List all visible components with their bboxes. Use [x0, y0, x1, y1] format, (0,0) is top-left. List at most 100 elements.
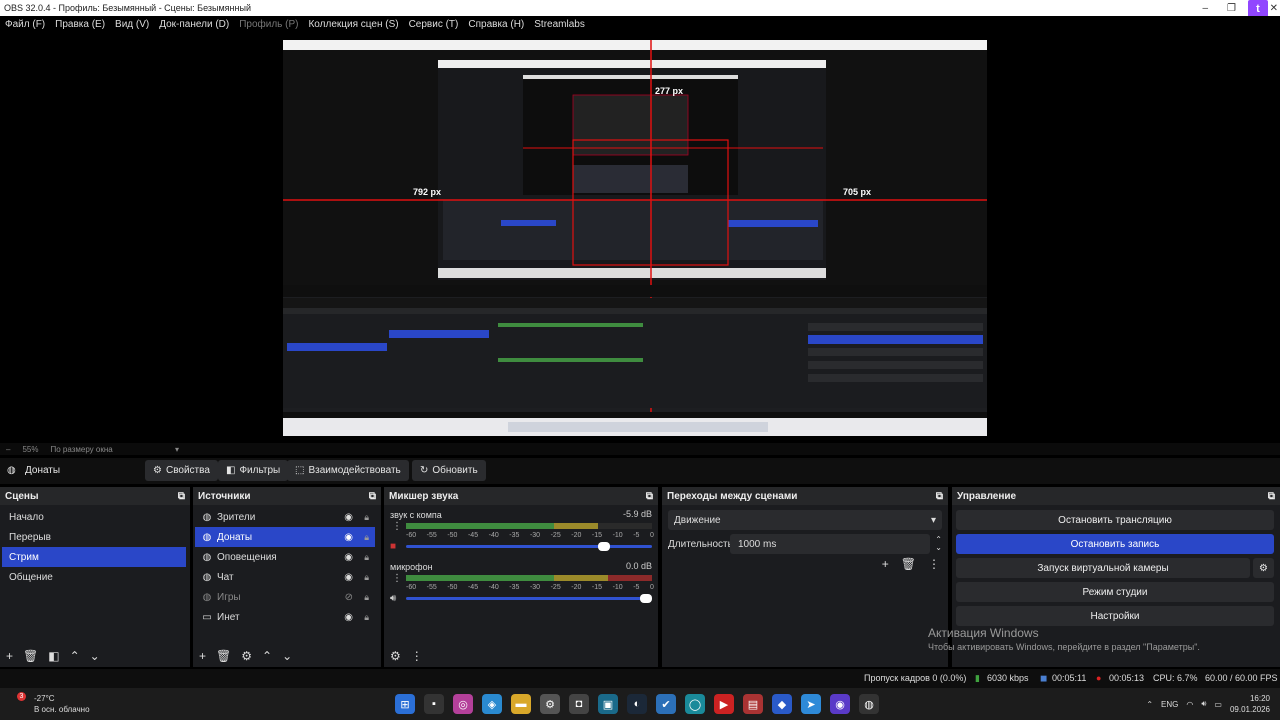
move-up-icon[interactable]: ⌃: [262, 649, 272, 663]
volume-icon[interactable]: 🔊︎: [1201, 699, 1206, 709]
lock-icon[interactable]: 🔒︎: [364, 592, 369, 603]
menu-dots-icon[interactable]: ⋮: [928, 557, 940, 571]
menu-dots-icon[interactable]: ⋮: [392, 521, 402, 532]
battery-icon[interactable]: ▭: [1214, 700, 1222, 709]
eye-icon[interactable]: ◉: [344, 572, 353, 583]
volume-slider[interactable]: [406, 542, 652, 551]
source-item[interactable]: ◍ Чат ◉ 🔒︎: [195, 567, 375, 587]
zoom-out-icon[interactable]: –: [6, 445, 10, 454]
menu-help[interactable]: Справка (H): [468, 19, 524, 30]
stop-streaming-button[interactable]: Остановить трансляцию: [956, 510, 1274, 530]
store-icon[interactable]: ▣: [598, 694, 618, 714]
lock-icon[interactable]: 🔒︎: [364, 572, 369, 583]
add-icon[interactable]: +: [199, 649, 206, 663]
eye-icon[interactable]: ◉: [344, 552, 353, 563]
refresh-button[interactable]: ↻ Обновить: [412, 460, 486, 481]
filter-icon[interactable]: ◧: [48, 649, 59, 663]
settings-button[interactable]: Настройки: [956, 606, 1274, 626]
dock-undock-icon[interactable]: ⧉: [178, 491, 185, 502]
chevron-up-icon[interactable]: ⌃: [1146, 700, 1153, 709]
menu-tools[interactable]: Сервис (T): [409, 19, 459, 30]
eye-icon[interactable]: ◉: [344, 532, 353, 543]
menu-dots-icon[interactable]: ⋮: [411, 649, 423, 663]
steam-icon[interactable]: ◐: [627, 694, 647, 714]
lock-icon[interactable]: 🔒︎: [364, 532, 369, 543]
dock-undock-icon[interactable]: ⧉: [646, 491, 653, 502]
add-icon[interactable]: +: [882, 557, 889, 571]
studio-mode-button[interactable]: Режим студии: [956, 582, 1274, 602]
trash-icon[interactable]: 🗑: [23, 649, 38, 663]
scene-item[interactable]: Стрим: [2, 547, 186, 567]
chevron-down-icon[interactable]: ▾: [175, 445, 179, 454]
app-icon[interactable]: ✔: [656, 694, 676, 714]
duration-input[interactable]: 1000 ms: [730, 534, 930, 554]
speaker-muted-icon[interactable]: ■: [390, 541, 396, 552]
eye-icon[interactable]: ◉: [344, 512, 353, 523]
transition-select[interactable]: Движение ▾: [668, 510, 942, 530]
interact-button[interactable]: ⬚ Взаимодействовать: [287, 460, 409, 481]
app-icon[interactable]: ◆: [772, 694, 792, 714]
obs-icon[interactable]: ◍: [859, 694, 879, 714]
dock-undock-icon[interactable]: ⧉: [936, 491, 943, 502]
lock-icon[interactable]: 🔒︎: [364, 552, 369, 563]
spinner-icon[interactable]: ⌃ ⌄: [935, 536, 942, 552]
menu-profile[interactable]: Профиль (P): [239, 19, 298, 30]
slider-knob[interactable]: [597, 542, 610, 551]
zoom-mode-select[interactable]: По размеру окна: [50, 445, 112, 454]
menu-dots-icon[interactable]: ⋮: [392, 573, 402, 584]
move-up-icon[interactable]: ⌃: [70, 649, 80, 663]
volume-slider[interactable]: [406, 594, 652, 603]
lock-icon[interactable]: 🔒︎: [364, 512, 369, 523]
app-icon[interactable]: ◈: [482, 694, 502, 714]
virtual-camera-button[interactable]: Запуск виртуальной камеры: [956, 558, 1250, 578]
stop-recording-button[interactable]: Остановить запись: [956, 534, 1274, 554]
camera-app-icon[interactable]: ◘: [569, 694, 589, 714]
source-item[interactable]: ◍ Зрители ◉ 🔒︎: [195, 507, 375, 527]
close-icon[interactable]: ✕: [1270, 0, 1278, 16]
menu-edit[interactable]: Правка (E): [55, 19, 105, 30]
source-item[interactable]: ◍ Игры ⊘ 🔒︎: [195, 587, 375, 607]
move-down-icon[interactable]: ⌄: [282, 649, 292, 663]
add-icon[interactable]: +: [6, 649, 13, 663]
virtual-camera-settings-button[interactable]: ⚙: [1253, 558, 1274, 578]
source-item[interactable]: ▭ Инет ◉ 🔒︎: [195, 607, 375, 627]
app-icon[interactable]: ▤: [743, 694, 763, 714]
weather-widget[interactable]: 3 -27°C В осн. облачно: [17, 692, 90, 715]
edge-icon[interactable]: ◯: [685, 694, 705, 714]
source-item[interactable]: ◍ Оповещения ◉ 🔒︎: [195, 547, 375, 567]
app-icon[interactable]: ◎: [453, 694, 473, 714]
properties-button[interactable]: ⚙ Свойства: [145, 460, 218, 481]
video-player-icon[interactable]: ▶: [714, 694, 734, 714]
move-down-icon[interactable]: ⌄: [90, 649, 100, 663]
file-manager-icon[interactable]: ▪: [424, 694, 444, 714]
clock[interactable]: 16:20 09.01.2026: [1230, 693, 1270, 715]
speaker-icon[interactable]: 🔊︎: [390, 593, 396, 604]
settings-app-icon[interactable]: ⚙: [540, 694, 560, 714]
menu-docks[interactable]: Док-панели (D): [159, 19, 229, 30]
scene-item[interactable]: Начало: [2, 507, 186, 527]
windows-start-icon[interactable]: ⊞: [395, 694, 415, 714]
app-icon[interactable]: ◉: [830, 694, 850, 714]
minimize-icon[interactable]: –: [1202, 0, 1208, 16]
lock-icon[interactable]: 🔒︎: [364, 612, 369, 623]
trash-icon[interactable]: 🗑: [216, 649, 231, 663]
folder-icon[interactable]: ▬: [511, 694, 531, 714]
maximize-icon[interactable]: ❐: [1227, 0, 1236, 16]
menu-scene-collection[interactable]: Коллекция сцен (S): [308, 19, 398, 30]
language-indicator[interactable]: ENG: [1161, 700, 1178, 709]
scene-item[interactable]: Общение: [2, 567, 186, 587]
dock-undock-icon[interactable]: ⧉: [1268, 491, 1275, 502]
filters-button[interactable]: ◧ Фильтры: [218, 460, 289, 481]
dock-undock-icon[interactable]: ⧉: [369, 491, 376, 502]
source-item[interactable]: ◍ Донаты ◉ 🔒︎: [195, 527, 375, 547]
slider-knob[interactable]: [640, 594, 652, 603]
menu-streamlabs[interactable]: Streamlabs: [534, 19, 585, 30]
gear-icon[interactable]: ⚙: [390, 649, 401, 663]
scene-item[interactable]: Перерыв: [2, 527, 186, 547]
gear-icon[interactable]: ⚙: [241, 649, 252, 663]
eye-hidden-icon[interactable]: ⊘: [345, 592, 353, 603]
menu-file[interactable]: Файл (F): [5, 19, 45, 30]
preview-canvas[interactable]: 277 px 792 px 705 px 486 px: [283, 40, 987, 436]
telegram-icon[interactable]: ➤: [801, 694, 821, 714]
trash-icon[interactable]: 🗑: [901, 557, 916, 571]
